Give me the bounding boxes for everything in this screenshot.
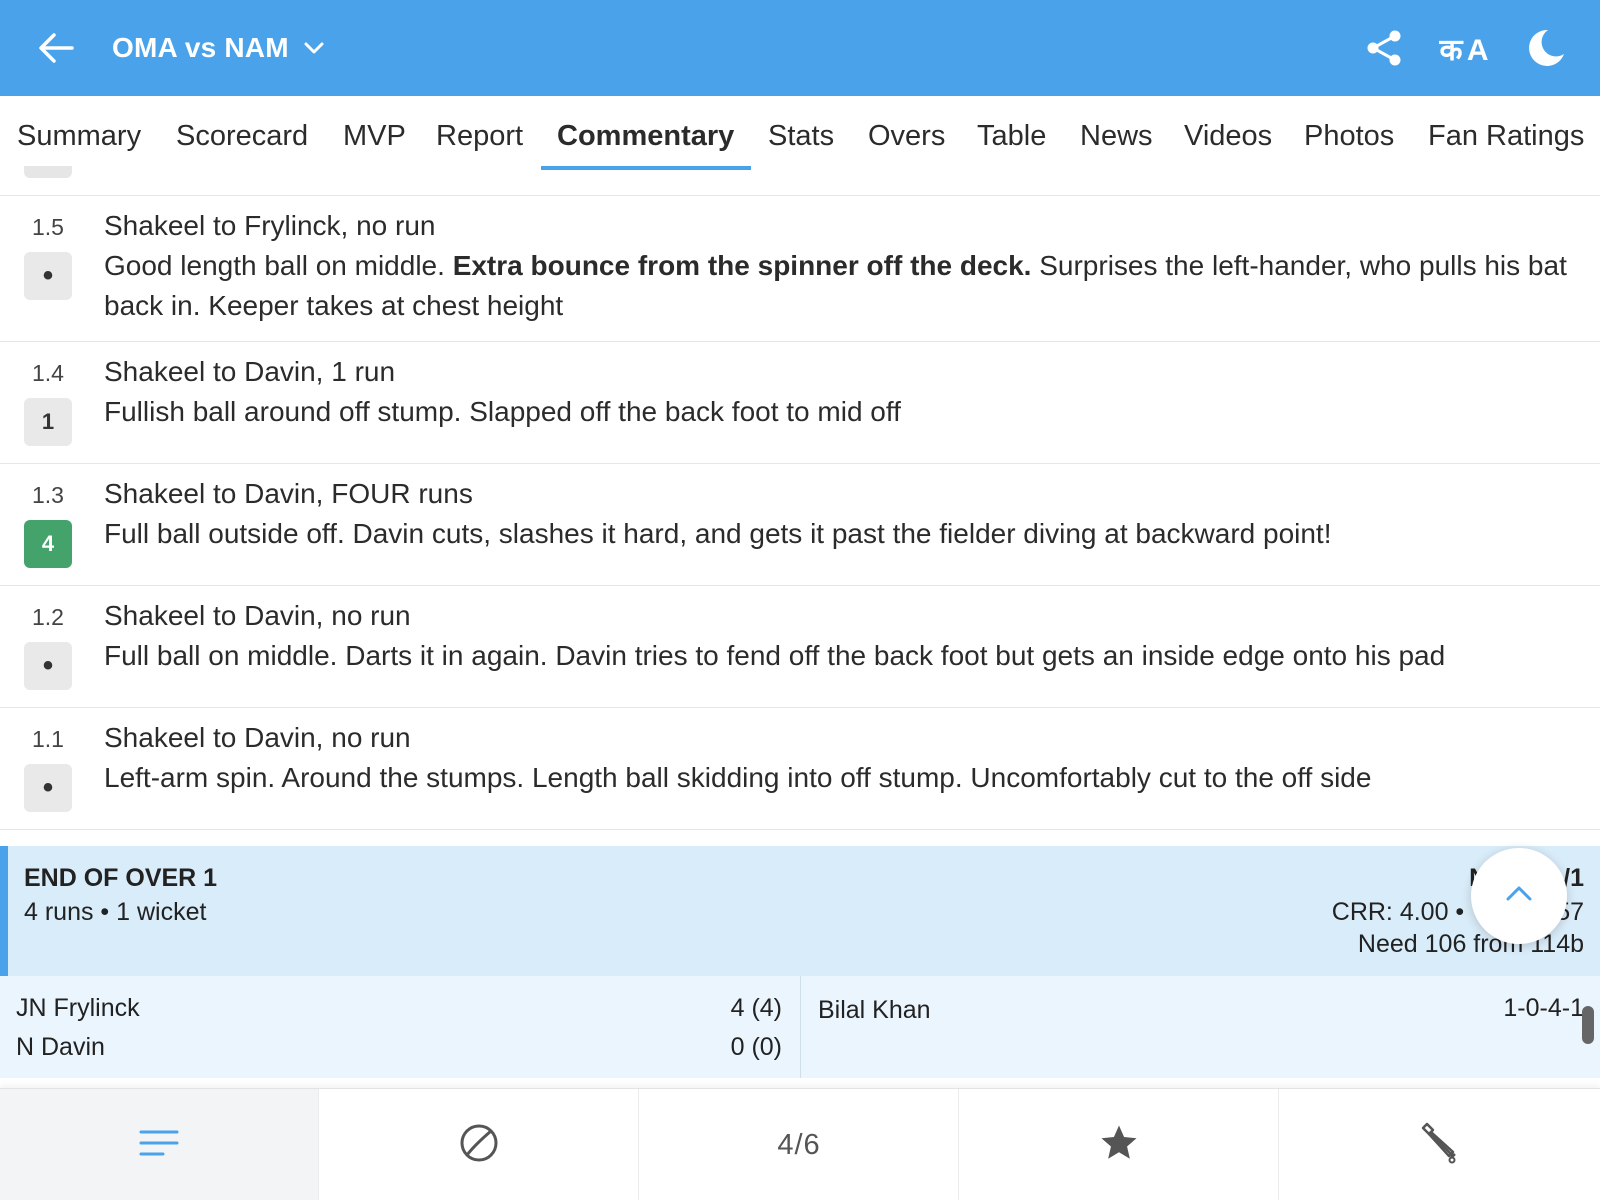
batter-name: JN Frylinck — [16, 994, 140, 1022]
batter-name: N Davin — [16, 1033, 105, 1061]
page-counter: 4/6 — [777, 1128, 821, 1161]
bottom-nav-pager[interactable]: 4/6 — [640, 1089, 959, 1200]
ball-badge: • — [24, 252, 72, 300]
language-icon[interactable]: क A — [1436, 26, 1490, 70]
ball-description: Full ball on middle. Darts it in again. … — [104, 640, 1446, 671]
tab-photos[interactable]: Photos — [1304, 116, 1394, 156]
app-header: OMA vs NAM क A — [0, 0, 1600, 96]
tab-table[interactable]: Table — [977, 116, 1046, 156]
tab-news[interactable]: News — [1080, 116, 1153, 156]
ball-headline: Shakeel to Davin, no run — [104, 600, 411, 631]
commentary-item: 1.5 • Shakeel to Frylinck, no run Good l… — [0, 196, 1600, 342]
cricket-ball-icon — [458, 1122, 500, 1169]
commentary-item: 1.3 4 Shakeel to Davin, FOUR runs Full b… — [0, 464, 1600, 586]
bowler-name: Bilal Khan — [818, 996, 931, 1024]
ball-headline: Shakeel to Davin, 1 run — [104, 356, 396, 387]
bottom-nav: 4/6 — [0, 1088, 1600, 1200]
tab-commentary[interactable]: Commentary — [557, 116, 734, 156]
ball-headline: Shakeel to Davin, no run — [104, 722, 411, 753]
ball-headline: Shakeel to Frylinck, no run — [104, 210, 436, 241]
moon-icon[interactable] — [1522, 26, 1566, 70]
batters-column: JN Frylinck 4 (4) N Davin 0 (0) — [0, 976, 801, 1078]
ball-description: Good length ball on middle. Extra bounce… — [104, 246, 1584, 326]
ball-badge: • — [24, 764, 72, 812]
ball-badge: 1 — [24, 398, 72, 446]
bottom-nav-star[interactable] — [960, 1089, 1279, 1200]
commentary-item: 1.1 • Shakeel to Davin, no run Left-arm … — [0, 708, 1600, 830]
bottom-nav-bat[interactable] — [1280, 1089, 1599, 1200]
tab-overs[interactable]: Overs — [868, 116, 945, 156]
match-title: OMA vs NAM — [112, 32, 289, 63]
ball-badge: • — [24, 642, 72, 690]
scroll-to-top-button[interactable] — [1471, 848, 1567, 944]
commentary-item: 1.2 • Shakeel to Davin, no run Full ball… — [0, 586, 1600, 708]
tab-bar: Summary Scorecard MVP Report Commentary … — [0, 96, 1600, 196]
end-of-over-summary: END OF OVER 1 4 runs • 1 wicket N/1 CRR:… — [0, 846, 1600, 976]
active-tab-indicator — [541, 166, 751, 170]
tab-stats[interactable]: Stats — [768, 116, 834, 156]
ball-headline: Shakeel to Davin, FOUR runs — [104, 478, 473, 509]
bottom-nav-commentary[interactable] — [0, 1089, 319, 1200]
bottom-nav-ball[interactable] — [320, 1089, 639, 1200]
over-number: 1.3 — [32, 482, 64, 508]
match-selector[interactable]: OMA vs NAM — [112, 28, 325, 68]
cricket-bat-icon — [1419, 1122, 1461, 1169]
share-icon[interactable] — [1362, 26, 1406, 70]
ball-description: Fullish ball around off stump. Slapped o… — [104, 396, 901, 427]
back-arrow-icon[interactable] — [36, 28, 76, 68]
ball-description-highlight: Extra bounce from the spinner off the de… — [452, 250, 1032, 281]
ball-description: Left-arm spin. Around the stumps. Length… — [104, 762, 1372, 793]
language-label: क A — [1439, 33, 1488, 67]
over-number: 1.5 — [32, 214, 64, 240]
bowler-figures: 1-0-4-1 — [1503, 994, 1584, 1022]
over-runs-summary: 4 runs • 1 wicket — [24, 898, 207, 926]
ball-badge-four: 4 — [24, 520, 72, 568]
ball-description: Full ball outside off. Davin cuts, slash… — [104, 518, 1332, 549]
scrollbar-thumb[interactable] — [1582, 1006, 1594, 1044]
tab-videos[interactable]: Videos — [1184, 116, 1272, 156]
ball-description-text: Good length ball on middle. — [104, 250, 453, 281]
chevron-down-icon — [303, 37, 325, 59]
end-of-over-title: END OF OVER 1 — [24, 864, 218, 892]
star-icon — [1098, 1122, 1140, 1169]
target-requirement: Need 106 from 114b — [1357, 930, 1584, 958]
menu-lines-icon — [139, 1128, 179, 1163]
current-run-rate: CRR: 4.00 • — [1331, 898, 1465, 926]
batter-figures: 0 (0) — [730, 1033, 782, 1061]
over-number: 1.1 — [32, 726, 64, 752]
over-number: 1.4 — [32, 360, 64, 386]
tab-scorecard[interactable]: Scorecard — [176, 116, 308, 156]
tab-mvp[interactable]: MVP — [343, 116, 406, 156]
tab-summary[interactable]: Summary — [17, 116, 141, 156]
tab-fan-ratings[interactable]: Fan Ratings — [1428, 116, 1584, 156]
over-number: 1.2 — [32, 604, 64, 630]
tab-report[interactable]: Report — [436, 116, 523, 156]
ball-badge — [24, 166, 72, 178]
batter-figures: 4 (4) — [730, 994, 782, 1022]
chevron-up-icon — [1504, 879, 1534, 914]
commentary-item: 1.4 1 Shakeel to Davin, 1 run Fullish ba… — [0, 342, 1600, 464]
batters-bowler-panel: JN Frylinck 4 (4) N Davin 0 (0) Bilal Kh… — [0, 976, 1600, 1078]
bowler-column: Bilal Khan 1-0-4-1 — [802, 976, 1600, 1078]
